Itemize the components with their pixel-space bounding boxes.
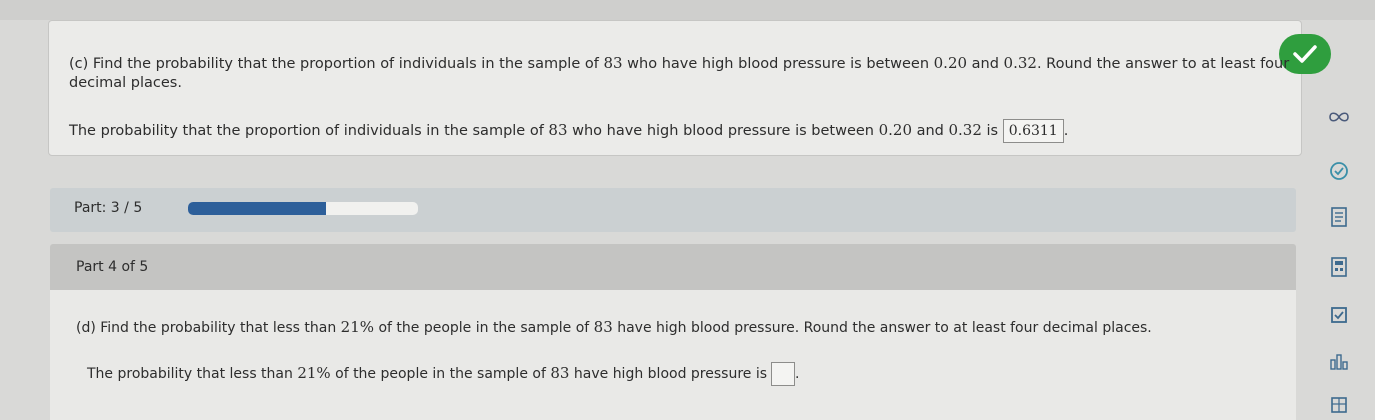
part-progress-bar: Part: 3 / 5 [50, 188, 1296, 232]
part-c-answer-sentence: The probability that the proportion of i… [69, 119, 1269, 143]
part-c-card: (c) Find the probability that the propor… [48, 20, 1331, 156]
part-c-answer-field[interactable]: 0.6311 [1002, 119, 1064, 143]
part-d-card: (d) Find the probability that less than … [50, 290, 1296, 420]
table-icon[interactable] [1326, 392, 1352, 418]
top-strip [0, 0, 1375, 20]
part-progress-label: Part: 3 / 5 [74, 200, 143, 216]
part-4-header: Part 4 of 5 [50, 244, 1296, 290]
textbook-icon[interactable] [1326, 204, 1352, 230]
part-d-answer-sentence: The probability that less than 21% of th… [87, 362, 1187, 386]
checkbox-icon[interactable] [1326, 302, 1352, 328]
part-d-answer-input[interactable] [771, 362, 796, 386]
part-4-label: Part 4 of 5 [76, 259, 149, 275]
progress-track [188, 202, 418, 215]
part-d-question: (d) Find the probability that less than … [76, 318, 1152, 336]
stats-icon[interactable] [1326, 348, 1352, 374]
part-c-question: (c) Find the probability that the propor… [69, 54, 1290, 91]
side-tool-rail [1312, 20, 1375, 420]
progress-fill [188, 202, 326, 215]
calculator-icon[interactable] [1326, 254, 1352, 280]
refresh-icon[interactable] [1326, 158, 1352, 184]
infinity-icon[interactable] [1326, 104, 1352, 130]
